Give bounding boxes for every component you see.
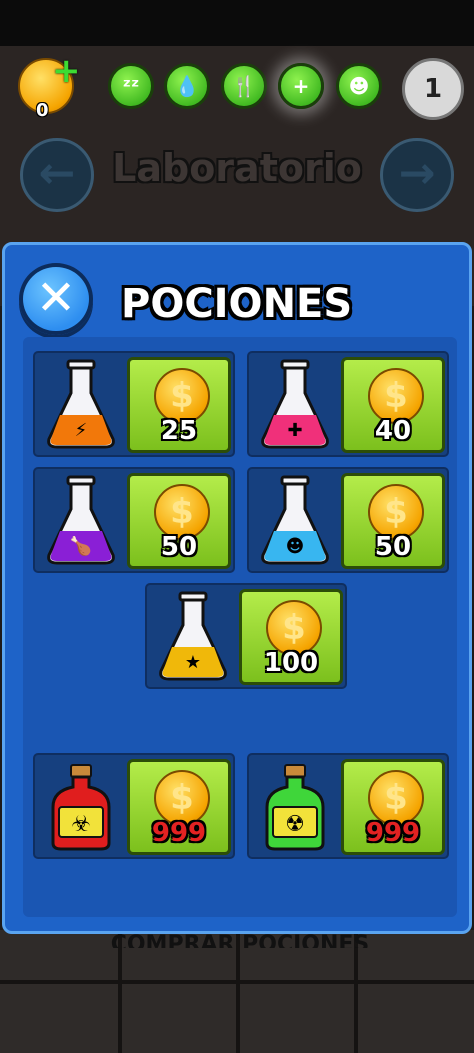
potion-card-radioactive: ☢ $999 — [247, 753, 449, 859]
water-stat-icon[interactable]: 💧 — [164, 63, 210, 109]
radioactive-potion-icon: ☢ — [265, 764, 325, 851]
bottom-banner-text: COMPRAR POCIONES — [110, 932, 370, 948]
buy-button-energy[interactable]: $25 — [127, 357, 231, 453]
star-potion-icon: ★ — [159, 591, 227, 681]
mood-stat-icon[interactable]: ☻ — [336, 63, 382, 109]
price-label: 25 — [160, 416, 198, 446]
energy-potion-icon: ⚡ — [47, 359, 115, 449]
buy-button-health[interactable]: $40 — [341, 357, 445, 453]
potion-card-biohazard: ☣ $999 — [33, 753, 235, 859]
price-label: 50 — [160, 532, 198, 562]
health-stat-icon[interactable]: + — [278, 63, 324, 109]
svg-text:🍗: 🍗 — [70, 535, 92, 557]
next-room-arrow-icon[interactable]: → — [380, 138, 454, 212]
potion-card-health: ✚ $40 — [247, 351, 449, 457]
potion-card-happy: ☻ $50 — [247, 467, 449, 573]
buy-button-radioactive[interactable]: $999 — [341, 759, 445, 855]
happy-potion-icon: ☻ — [261, 475, 329, 565]
health-potion-icon: ✚ — [261, 359, 329, 449]
add-coins-plus-icon[interactable]: + — [52, 54, 81, 88]
potion-card-energy: ⚡ $25 — [33, 351, 235, 457]
price-label: 999 — [151, 818, 207, 848]
biohazard-potion-icon: ☣ — [51, 764, 111, 851]
buy-button-biohazard[interactable]: $999 — [127, 759, 231, 855]
potions-modal: ✕ POCIONES ⚡ $25 ✚ $40 🍗 $50 ☻ $50 ★ $100 ☣ $999 ☢ $9… — [2, 242, 472, 934]
svg-text:★: ★ — [185, 652, 201, 673]
status-bar-area — [0, 0, 474, 46]
price-label: 100 — [263, 648, 319, 678]
potion-card-food: 🍗 $50 — [33, 467, 235, 573]
sleep-stat-icon[interactable]: ᶻᶻ — [108, 63, 154, 109]
svg-text:⚡: ⚡ — [75, 420, 88, 441]
buy-button-happy[interactable]: $50 — [341, 473, 445, 569]
modal-title: POCIONES — [121, 281, 353, 327]
prev-room-arrow-icon[interactable]: ← — [20, 138, 94, 212]
price-label: 50 — [374, 532, 412, 562]
close-button[interactable]: ✕ — [19, 263, 93, 335]
buy-button-food[interactable]: $50 — [127, 473, 231, 569]
price-label: 999 — [365, 818, 421, 848]
svg-text:☣: ☣ — [71, 812, 91, 837]
svg-text:☻: ☻ — [286, 536, 305, 557]
coin-count: 0 — [36, 100, 49, 121]
room-title: Laboratorio — [112, 146, 362, 190]
svg-text:✚: ✚ — [287, 420, 302, 441]
price-label: 40 — [374, 416, 412, 446]
food-potion-icon: 🍗 — [47, 475, 115, 565]
svg-text:☢: ☢ — [285, 812, 305, 837]
level-badge[interactable]: 1 — [402, 58, 464, 120]
scene-floor — [0, 930, 474, 1053]
potion-card-star: ★ $100 — [145, 583, 347, 689]
food-stat-icon[interactable]: 🍴 — [221, 63, 267, 109]
buy-button-star[interactable]: $100 — [239, 589, 343, 685]
